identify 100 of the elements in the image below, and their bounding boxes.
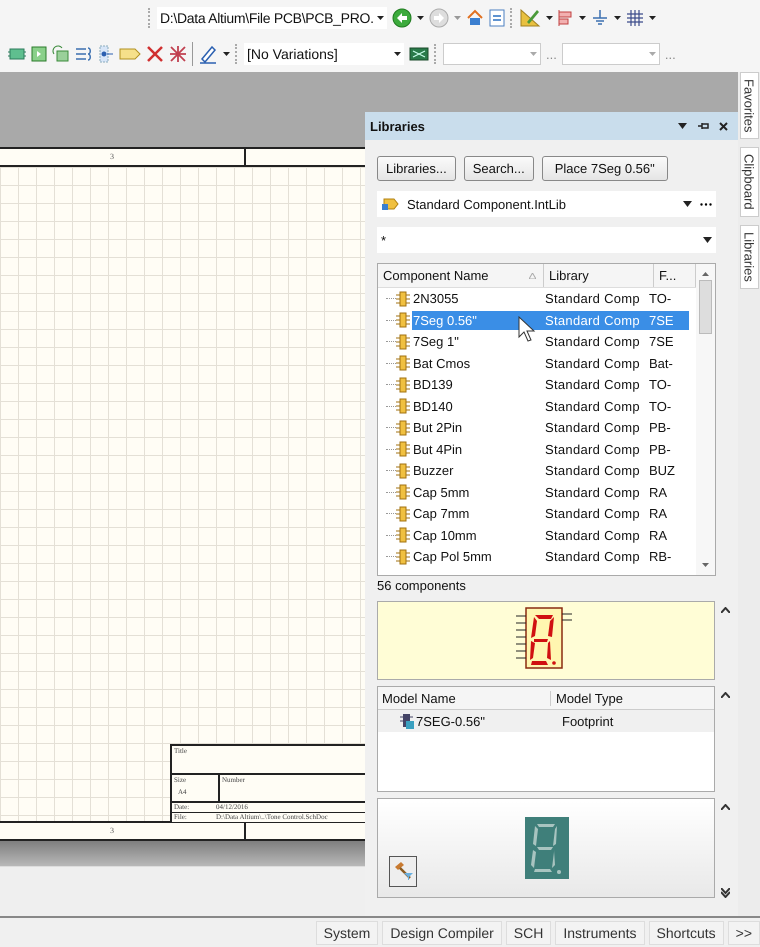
- status-bar-button[interactable]: Shortcuts: [648, 920, 724, 944]
- side-tab[interactable]: Libraries: [740, 225, 758, 289]
- column-header[interactable]: Component Name: [378, 264, 544, 287]
- scroll-thumb[interactable]: [699, 280, 712, 334]
- component-icon: [396, 506, 410, 522]
- collapse-icon[interactable]: [721, 607, 730, 613]
- caret-icon: [530, 52, 537, 56]
- document-sync-icon[interactable]: [488, 9, 505, 27]
- list-row[interactable]: Buzzer Standard Comp BUZ: [412, 461, 689, 480]
- designator-icon[interactable]: [119, 47, 141, 61]
- caret-icon[interactable]: [223, 52, 230, 56]
- pin-icon[interactable]: [697, 121, 709, 131]
- scroll-down-icon[interactable]: [702, 563, 709, 567]
- library-name: Standard Comp: [545, 484, 641, 500]
- footprint-name: TO-: [649, 377, 672, 392]
- grid-icon[interactable]: [626, 9, 644, 27]
- port-icon[interactable]: [98, 45, 114, 63]
- ground-icon[interactable]: [590, 9, 609, 27]
- list-row[interactable]: Bat Cmos Standard Comp Bat-: [412, 354, 689, 373]
- library-name: Standard Comp: [545, 506, 641, 522]
- caret-icon[interactable]: [578, 16, 586, 20]
- list-row[interactable]: Cap 10mm Standard Comp RA: [412, 526, 689, 545]
- status-bar-button[interactable]: >>: [728, 920, 760, 944]
- caret-icon: [394, 52, 401, 56]
- list-row[interactable]: But 4Pin Standard Comp PB-: [412, 440, 689, 459]
- column-header[interactable]: Model Type: [551, 690, 623, 706]
- model-type: Footprint: [562, 714, 614, 728]
- close-icon[interactable]: [719, 122, 728, 130]
- list-row[interactable]: 2N3055 Standard Comp TO-: [412, 289, 689, 308]
- column-header[interactable]: Model Name: [378, 690, 551, 706]
- expand-icon[interactable]: [721, 888, 730, 898]
- component-name: Bat Cmos: [413, 356, 472, 371]
- column-header[interactable]: Library: [544, 264, 654, 287]
- align-icon[interactable]: [558, 9, 574, 27]
- sort-icon: [528, 272, 536, 278]
- side-tab[interactable]: Clipboard: [740, 147, 758, 218]
- filter-field[interactable]: *: [377, 227, 716, 253]
- status-bar-button[interactable]: System: [316, 920, 378, 944]
- variations-dropdown[interactable]: [No Variations]: [244, 43, 404, 65]
- list-row[interactable]: BD140 Standard Comp TO-: [412, 396, 689, 416]
- component-icon[interactable]: [8, 47, 26, 61]
- component-icon: [396, 548, 410, 565]
- list-row[interactable]: BD139 Standard Comp TO-: [412, 375, 689, 394]
- model-row[interactable]: 7SEG-0.56" Footprint: [378, 710, 714, 732]
- home-icon[interactable]: [466, 9, 484, 27]
- component-name: Buzzer: [413, 463, 454, 478]
- caret-icon[interactable]: [614, 16, 621, 20]
- footprint-name: PB-: [649, 442, 672, 457]
- status-bar-button[interactable]: Design Compiler: [382, 920, 502, 944]
- sheet-entry-icon[interactable]: [52, 45, 70, 63]
- list-row[interactable]: Cap 5mm Standard Comp RA: [412, 482, 689, 502]
- collapse-icon[interactable]: [721, 692, 730, 698]
- caret-icon[interactable]: [416, 16, 424, 20]
- pointer-icon: [518, 316, 536, 342]
- library-name: Standard Comp: [545, 334, 641, 350]
- footprint-name: 7SE: [649, 312, 675, 328]
- board-icon[interactable]: [409, 46, 429, 62]
- hammer-button[interactable]: [389, 856, 417, 887]
- component-name: BD140: [413, 398, 454, 414]
- back-icon[interactable]: [392, 8, 412, 28]
- collapse-icon[interactable]: [721, 804, 730, 810]
- footprint-name: RA: [649, 484, 668, 500]
- caret-icon[interactable]: [648, 16, 656, 20]
- delete-icon[interactable]: [146, 45, 164, 63]
- panel-button[interactable]: Libraries...: [377, 156, 456, 181]
- library-name: Standard Comp: [545, 420, 641, 436]
- component-name: 7Seg 0.56": [413, 312, 478, 328]
- library-name: Standard Comp: [545, 398, 641, 414]
- scroll-up-icon[interactable]: [702, 272, 709, 276]
- list-row[interactable]: 7Seg 1" Standard Comp 7SE: [412, 332, 689, 352]
- component-name: 2N3055: [413, 291, 460, 306]
- component-name: But 2Pin: [413, 420, 464, 436]
- library-name: Standard Comp: [545, 549, 641, 564]
- pen-icon[interactable]: [198, 44, 218, 64]
- side-tab[interactable]: Favorites: [740, 72, 758, 140]
- component-name: Cap Pol 5mm: [413, 549, 493, 564]
- path-dropdown[interactable]: D:\Data Altium\File PCB\PCB_PRO.: [157, 7, 387, 29]
- status-bar-button[interactable]: SCH: [506, 920, 552, 944]
- status-bar-button[interactable]: Instruments: [555, 920, 644, 944]
- dropdown-icon[interactable]: [678, 123, 687, 129]
- list-row[interactable]: But 2Pin Standard Comp PB-: [412, 418, 689, 438]
- component-count: 56 components: [376, 577, 467, 595]
- component-name: 7Seg 1": [413, 334, 460, 350]
- list-row[interactable]: Cap 7mm Standard Comp RA: [412, 504, 689, 524]
- caret-icon: [648, 52, 656, 56]
- bus-entry-icon[interactable]: [75, 46, 93, 62]
- caret-icon[interactable]: [546, 16, 553, 20]
- no-erc-icon[interactable]: [169, 45, 187, 63]
- component-name: But 4Pin: [413, 442, 464, 457]
- sheet-symbol-icon[interactable]: [31, 46, 47, 62]
- panel-button[interactable]: Search...: [464, 156, 534, 181]
- library-dropdown[interactable]: Standard Component.IntLib: [377, 191, 716, 217]
- panel-button[interactable]: Place 7Seg 0.56": [542, 156, 668, 181]
- ruler-pencil-icon[interactable]: [518, 8, 541, 28]
- footprint-name: TO-: [649, 398, 672, 414]
- more-icon[interactable]: [700, 202, 712, 206]
- footprint-name: 7SE: [649, 334, 675, 350]
- zone-label: 3: [0, 149, 246, 165]
- list-row[interactable]: Cap Pol 5mm Standard Comp RB-: [412, 547, 689, 566]
- library-name: Standard Comp: [545, 377, 641, 392]
